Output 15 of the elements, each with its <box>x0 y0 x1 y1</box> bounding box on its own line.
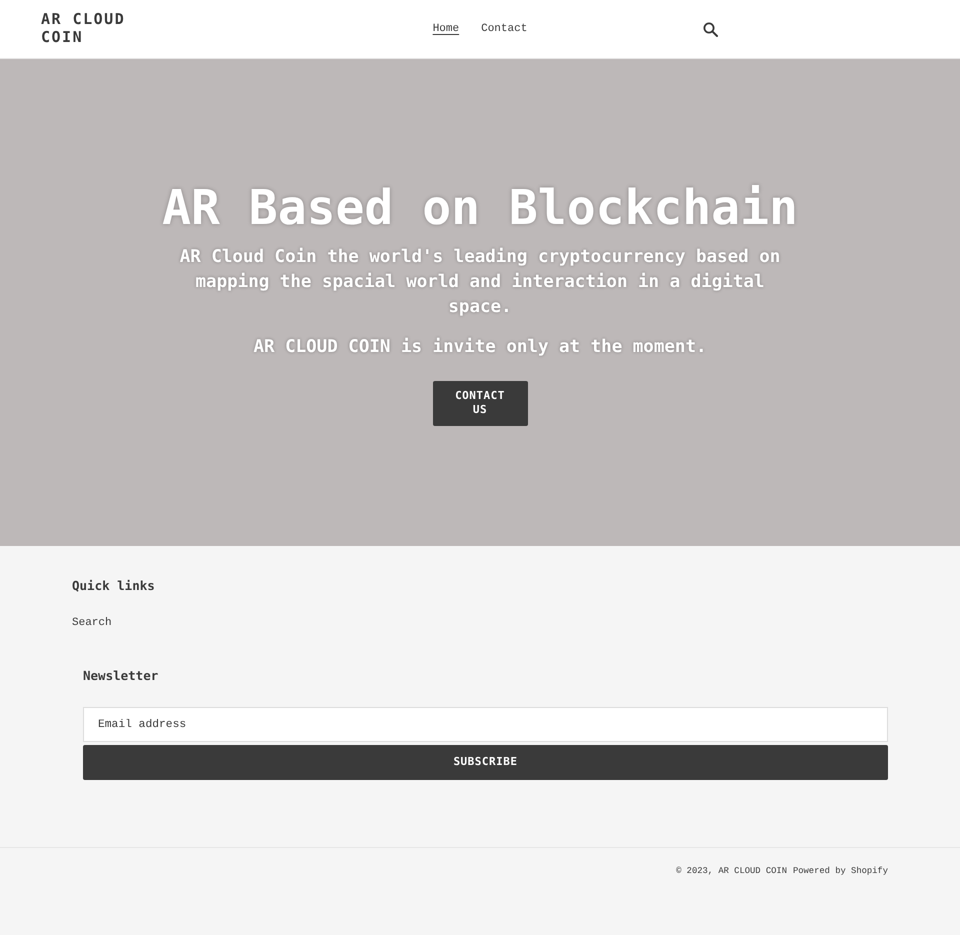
search-icon[interactable] <box>703 22 718 36</box>
nav-link[interactable]: Home <box>432 20 460 38</box>
powered-by-link[interactable]: Powered by Shopify <box>792 865 888 877</box>
hero-text: AR Cloud Coin the world's leading cryptocurrency based on mapping the spacial world and interaction in a digital space. <box>178 246 782 318</box>
site-logo[interactable]: AR CLOUD COIN <box>41 10 141 46</box>
quick-links-heading: Quick links <box>72 577 156 595</box>
footer-link[interactable]: Search <box>72 616 112 630</box>
hero-text: AR CLOUD COIN is invite only at the moment. <box>253 336 707 358</box>
contact-us-button[interactable]: CONTACT US <box>432 380 528 426</box>
newsletter-heading: Newsletter <box>83 667 160 685</box>
copyright-text: © 2023, AR CLOUD COIN <box>676 865 787 877</box>
hero-title: AR Based on Blockchain <box>162 180 798 236</box>
nav-link[interactable]: Contact <box>481 20 528 38</box>
email-field[interactable]: Email address <box>83 707 888 742</box>
subscribe-button[interactable]: SUBSCRIBE <box>83 745 888 780</box>
